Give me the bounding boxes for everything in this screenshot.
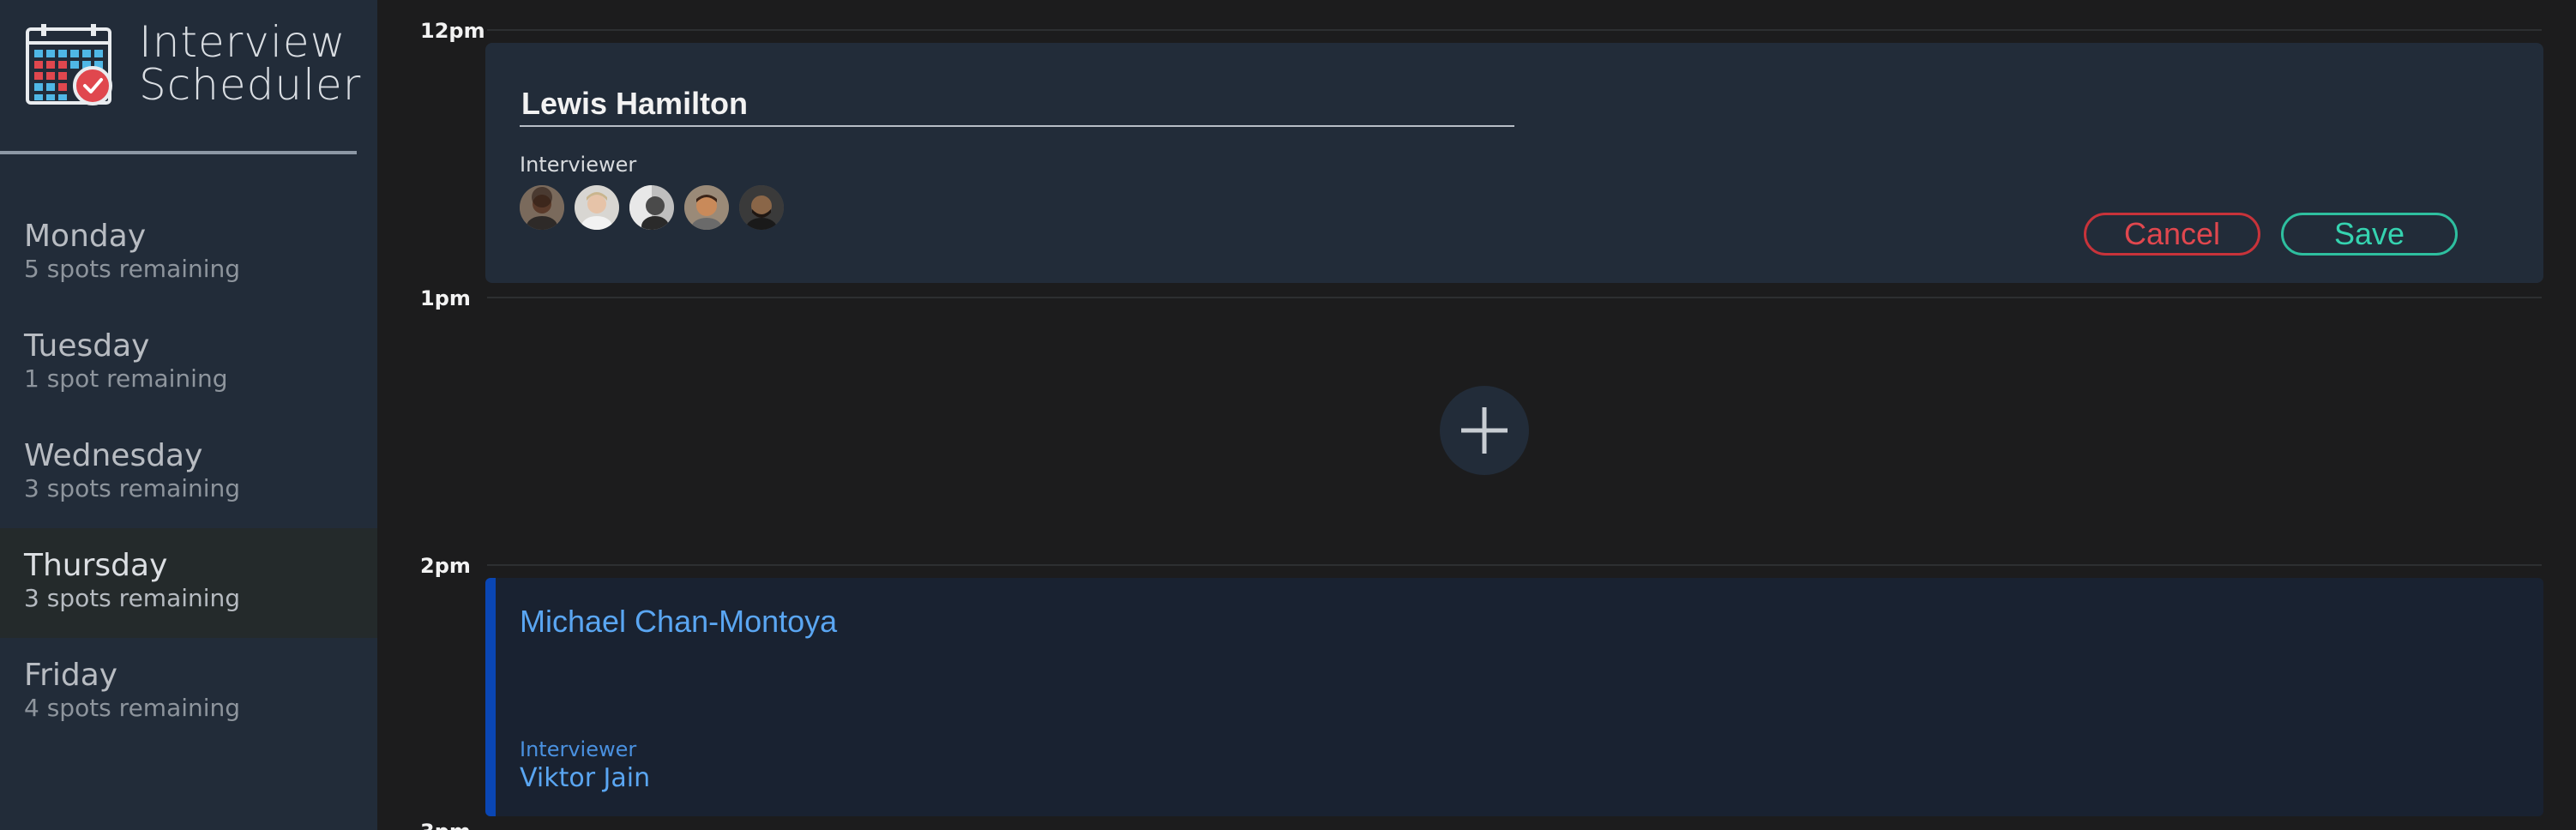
hour-divider (487, 297, 2542, 298)
day-item-monday[interactable]: Monday 5 spots remaining (0, 199, 377, 309)
interviewer-list (520, 185, 784, 230)
appointment-interviewer-name: Viktor Jain (520, 763, 651, 793)
day-spots: 1 spot remaining (24, 364, 228, 393)
day-name: Friday (24, 658, 118, 693)
hour-label: 1pm (420, 286, 471, 310)
hour-label: 3pm (420, 820, 471, 830)
day-name: Tuesday (24, 328, 150, 364)
sidebar: Interview Scheduler Monday 5 spots remai… (0, 0, 377, 830)
appointment-form: Interviewer Cancel Save (485, 43, 2543, 283)
appointment-card[interactable]: Michael Chan-Montoya Interviewer Viktor … (485, 578, 2543, 816)
day-item-wednesday[interactable]: Wednesday 3 spots remaining (0, 418, 377, 528)
day-spots: 3 spots remaining (24, 584, 241, 612)
hour-divider (487, 564, 2542, 566)
hour-label: 12pm (420, 19, 485, 43)
interviewer-avatar[interactable] (575, 185, 619, 230)
add-appointment-button[interactable] (1440, 386, 1529, 475)
day-name: Thursday (24, 548, 168, 583)
app-title: Interview Scheduler (139, 21, 361, 106)
app-title-line-2: Scheduler (139, 60, 362, 110)
plus-icon (1461, 407, 1508, 454)
day-list: Monday 5 spots remaining Tuesday 1 spot … (0, 199, 377, 748)
appointment-interviewer-label: Interviewer (520, 737, 637, 761)
interviewer-avatar[interactable] (739, 185, 784, 230)
day-item-friday[interactable]: Friday 4 spots remaining (0, 638, 377, 748)
day-spots: 4 spots remaining (24, 694, 241, 722)
interviewer-label: Interviewer (520, 153, 637, 177)
student-name-input[interactable] (520, 82, 1514, 127)
interviewer-avatar[interactable] (684, 185, 729, 230)
app-title-line-1: Interview (139, 17, 346, 67)
hour-divider (487, 29, 2542, 31)
schedule: 12pm 1pm 2pm 3pm Interviewer (377, 0, 2576, 830)
day-item-tuesday[interactable]: Tuesday 1 spot remaining (0, 309, 377, 418)
day-spots: 5 spots remaining (24, 255, 241, 283)
sidebar-divider (0, 151, 357, 154)
interviewer-avatar[interactable] (629, 185, 674, 230)
day-name: Wednesday (24, 438, 203, 473)
brand: Interview Scheduler (0, 0, 377, 154)
save-button[interactable]: Save (2281, 213, 2458, 256)
app-root: Interview Scheduler Monday 5 spots remai… (0, 0, 2576, 830)
day-spots: 3 spots remaining (24, 474, 241, 502)
day-item-thursday[interactable]: Thursday 3 spots remaining (0, 528, 377, 638)
calendar-check-icon (26, 24, 112, 105)
cancel-button[interactable]: Cancel (2084, 213, 2260, 256)
day-name: Monday (24, 219, 147, 254)
appointment-student-name: Michael Chan-Montoya (520, 604, 838, 639)
hour-label: 2pm (420, 554, 471, 578)
appointment-accent-bar (485, 578, 496, 816)
interviewer-avatar[interactable] (520, 185, 564, 230)
